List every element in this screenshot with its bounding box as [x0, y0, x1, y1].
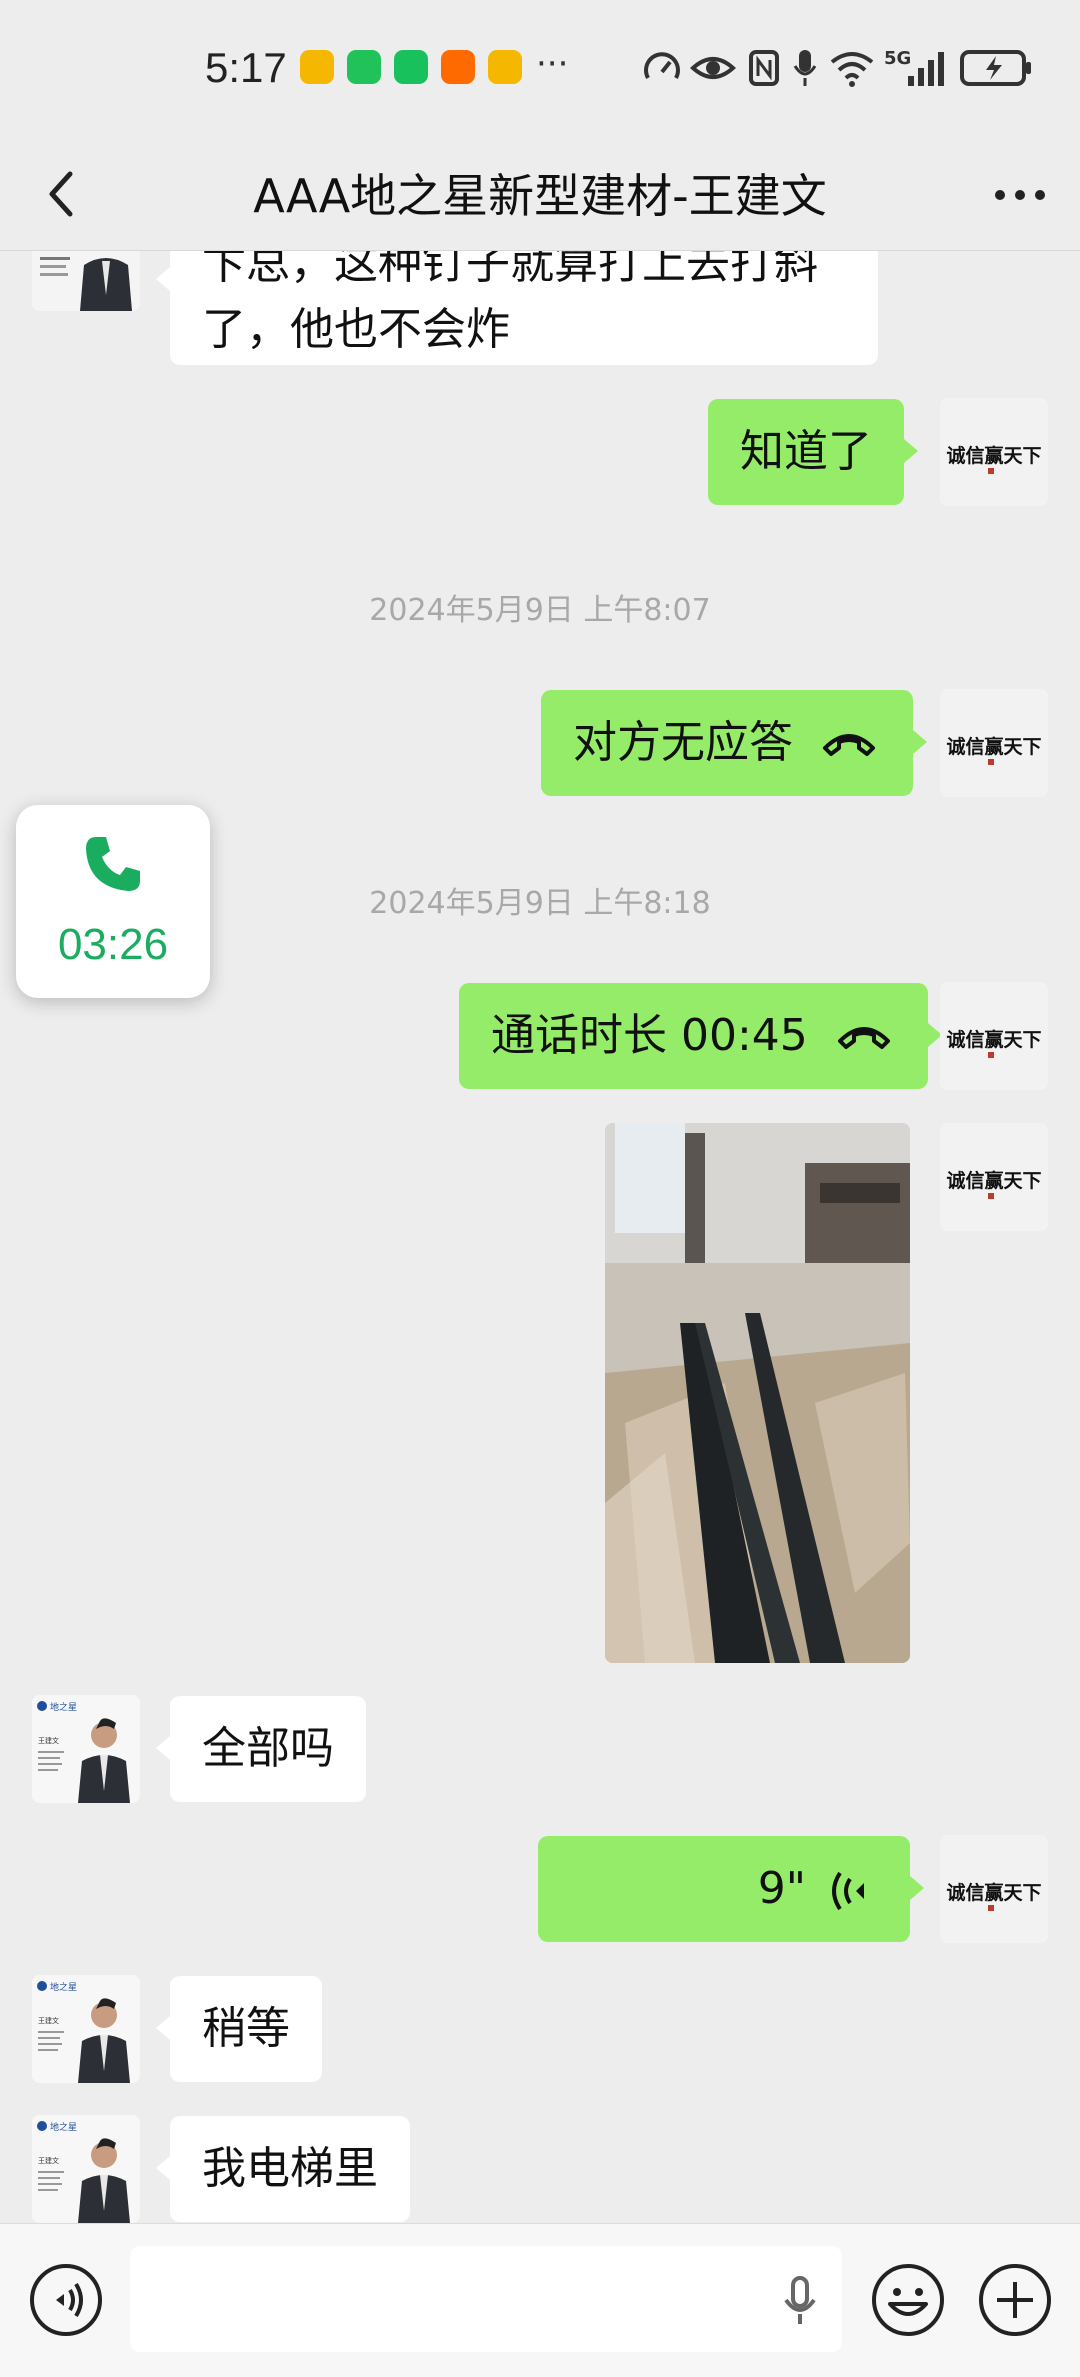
taobao-notification-icon — [441, 50, 475, 84]
mic-status-icon — [793, 50, 817, 86]
svg-text:地之星: 地之星 — [50, 2121, 77, 2133]
avatar-calligraphy-text: 诚信赢天下 — [946, 444, 1041, 467]
my-avatar[interactable]: 诚信赢天下 — [940, 982, 1048, 1090]
avatar-calligraphy-text: 诚信赢天下 — [946, 735, 1041, 758]
voice-duration: 9" — [757, 1863, 806, 1914]
svg-text:王建文: 王建文 — [38, 2156, 59, 2165]
svg-text:地之星: 地之星 — [50, 1981, 77, 1993]
call-status-text: 对方无应答 — [573, 717, 793, 768]
contact-avatar[interactable] — [32, 251, 140, 311]
chat-header: AAA地之星新型建材-王建文 — [0, 140, 1080, 250]
message-list[interactable]: 卞总，这种钉子就算打上去打斜 了，他也不会炸 知道了 诚信赢天下 2024年5月… — [0, 251, 1080, 2223]
status-bar: 5:17 ··· 5G — [0, 0, 1080, 140]
wechat-notification-icon — [347, 50, 381, 84]
avatar-calligraphy-text: 诚信赢天下 — [946, 1881, 1041, 1904]
message-input[interactable] — [130, 2246, 842, 2352]
my-avatar[interactable]: 诚信赢天下 — [940, 689, 1048, 797]
status-time: 5:17 — [205, 44, 287, 91]
voice-wave-icon — [832, 1871, 864, 1911]
call-duration-text: 通话时长 00:45 — [491, 1010, 808, 1061]
phone-icon — [86, 837, 140, 891]
svg-text:王建文: 王建文 — [38, 2016, 59, 2025]
clipboard-notification-icon — [394, 50, 428, 84]
voice-mode-icon[interactable] — [28, 2262, 104, 2338]
contact-avatar[interactable]: 地之星王建文 — [32, 1695, 140, 1803]
microphone-icon[interactable] — [782, 2276, 818, 2326]
image-message[interactable] — [605, 1123, 910, 1663]
back-arrow-icon[interactable] — [34, 164, 94, 224]
eye-icon — [690, 57, 736, 79]
my-avatar[interactable]: 诚信赢天下 — [940, 1123, 1048, 1231]
message-bubble-outgoing[interactable]: 知道了 — [708, 399, 918, 505]
more-notifications-icon: ··· — [536, 44, 569, 84]
call-timer: 03:26 — [57, 920, 169, 969]
contact-avatar[interactable]: 地之星王建文 — [32, 2115, 140, 2223]
message-bubble-incoming[interactable]: 全部吗 — [156, 1696, 366, 1802]
svg-text:王建文: 王建文 — [38, 1736, 59, 1745]
my-avatar[interactable]: 诚信赢天下 — [940, 398, 1048, 506]
speed-gauge-icon — [644, 52, 680, 79]
hangup-phone-icon — [823, 734, 875, 756]
message-bubble-incoming[interactable]: 稍等 — [156, 1976, 322, 2082]
avatar-calligraphy-text: 诚信赢天下 — [946, 1028, 1041, 1051]
message-text-line: 卞总，这种钉子就算打上去打斜 — [202, 251, 818, 289]
message-bubble-incoming[interactable]: 我电梯里 — [156, 2116, 410, 2222]
input-toolbar — [0, 2223, 1080, 2377]
message-text-line: 了，他也不会炸 — [202, 304, 510, 355]
weibo-notification-icon — [300, 50, 334, 84]
my-avatar[interactable]: 诚信赢天下 — [940, 1835, 1048, 1943]
weibo-notification-icon-2 — [488, 50, 522, 84]
message-bubble-incoming[interactable]: 卞总，这种钉子就算打上去打斜 了，他也不会炸 — [156, 251, 878, 365]
contact-avatar[interactable]: 地之星王建文 — [32, 1975, 140, 2083]
timestamp: 2024年5月9日 上午8:07 — [369, 593, 711, 628]
nfc-icon — [749, 50, 779, 86]
chat-title: AAA地之星新型建材-王建文 — [253, 169, 827, 223]
plus-icon[interactable] — [977, 2262, 1053, 2338]
voice-message-bubble[interactable]: 9" — [538, 1836, 924, 1942]
floating-call-window[interactable]: 03:26 — [16, 805, 210, 998]
wifi-icon — [830, 52, 874, 87]
svg-text:地之星: 地之星 — [50, 1701, 77, 1713]
signal-icon — [908, 52, 944, 86]
hangup-phone-icon — [837, 1027, 890, 1049]
avatar-calligraphy-text: 诚信赢天下 — [946, 1169, 1041, 1192]
battery-charging-icon — [960, 50, 1031, 86]
call-record-bubble[interactable]: 对方无应答 — [541, 690, 927, 796]
emoji-icon[interactable] — [870, 2262, 946, 2338]
call-record-bubble[interactable]: 通话时长 00:45 — [459, 983, 942, 1089]
more-options-icon[interactable] — [990, 170, 1050, 220]
